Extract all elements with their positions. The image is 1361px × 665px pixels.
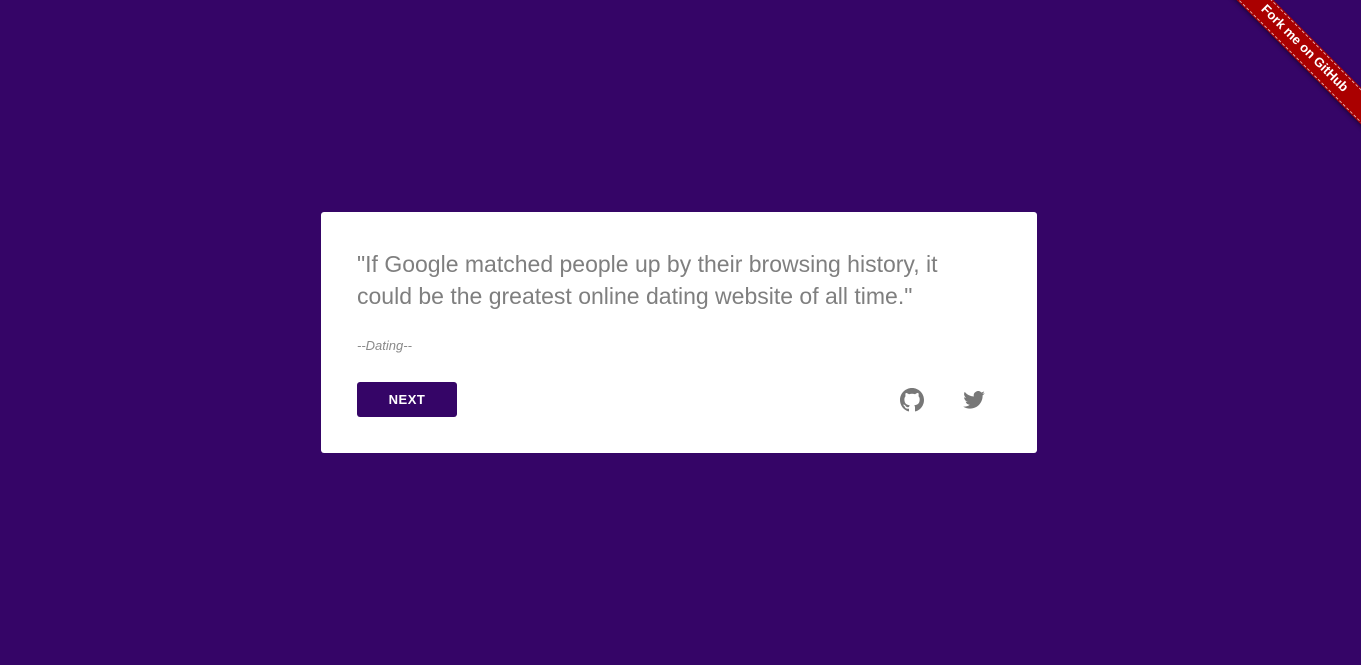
next-button[interactable]: NEXT	[357, 382, 457, 417]
fork-me-ribbon[interactable]: Fork me on GitHub	[1224, 0, 1361, 135]
quote-author: --Dating--	[357, 338, 412, 353]
quote-card: "If Google matched people up by their br…	[321, 212, 1037, 453]
github-link[interactable]	[897, 385, 927, 415]
page-background: "If Google matched people up by their br…	[0, 0, 1361, 665]
github-icon	[900, 387, 924, 411]
social-links	[897, 382, 1001, 417]
quote-text: "If Google matched people up by their br…	[357, 251, 938, 309]
card-actions: NEXT	[357, 382, 1001, 417]
twitter-icon	[963, 390, 985, 409]
github-ribbon-container: Fork me on GitHub	[1211, 0, 1361, 150]
twitter-link[interactable]	[959, 385, 989, 415]
